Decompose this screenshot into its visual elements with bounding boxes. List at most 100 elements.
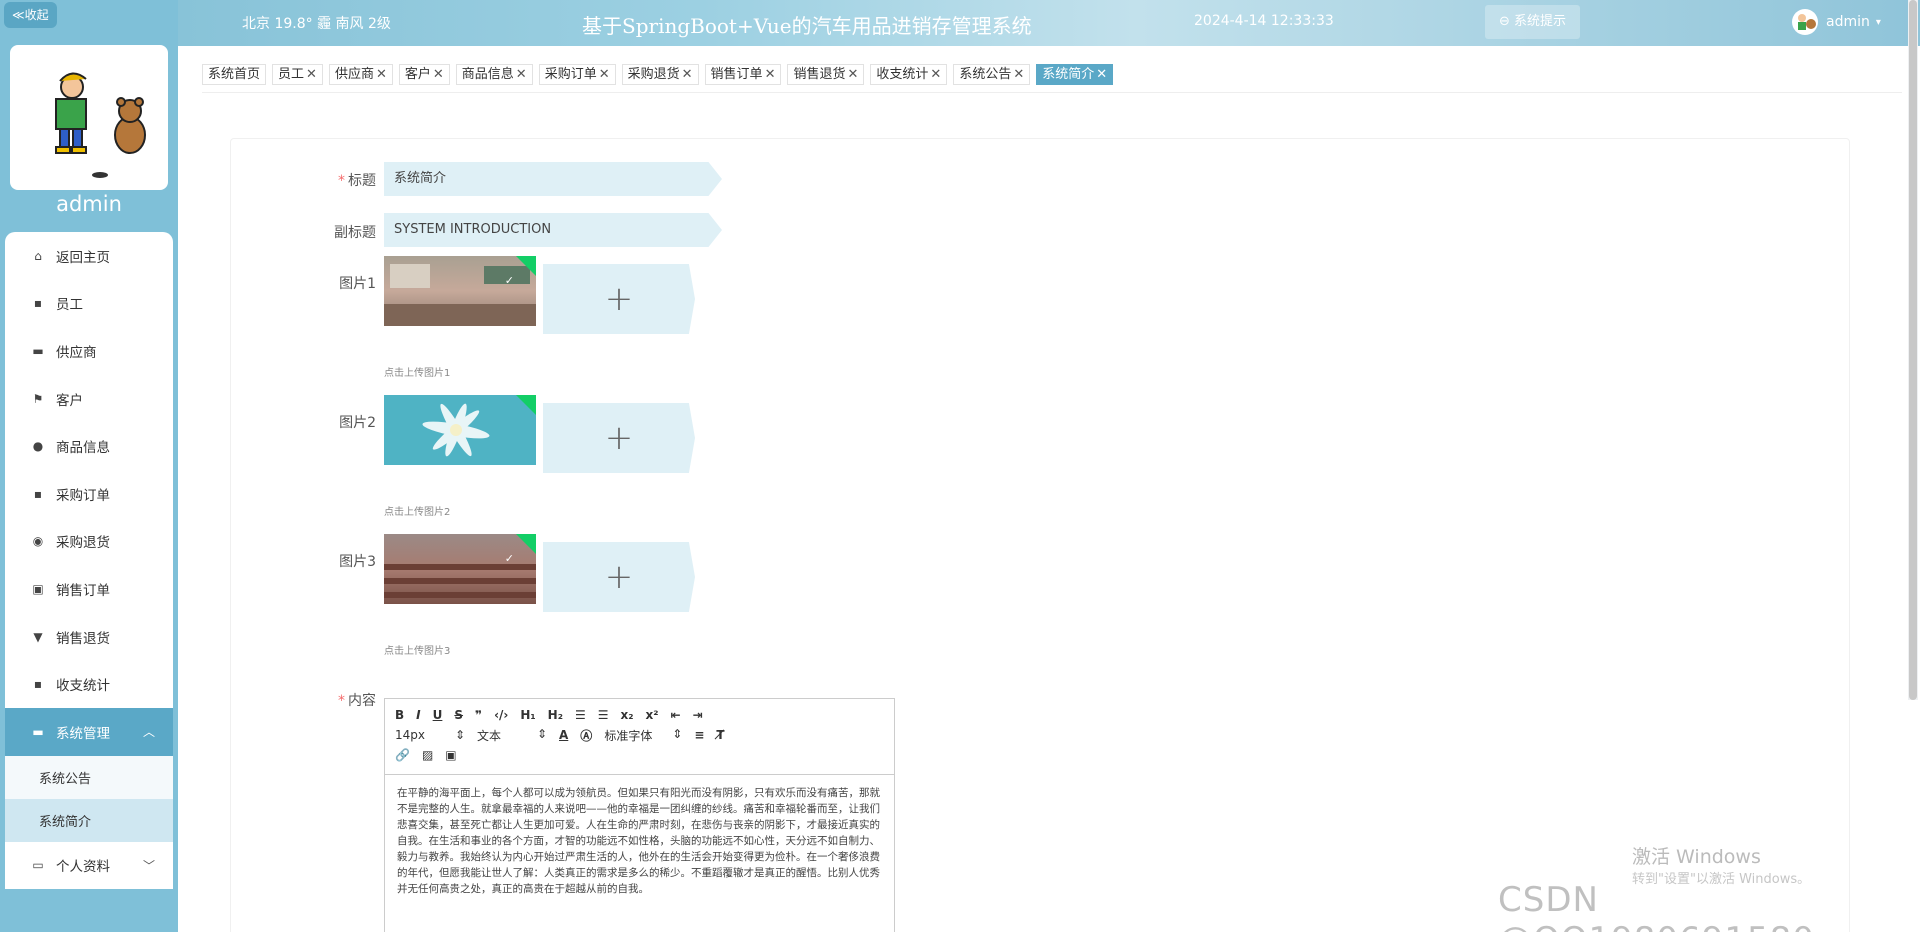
sidebar-item-label: 系统管理 bbox=[56, 725, 110, 742]
tag-label: 采购退货 bbox=[627, 67, 680, 82]
font-size-select[interactable]: 14px ⇕ bbox=[395, 728, 465, 742]
close-icon[interactable]: ✕ bbox=[1013, 67, 1024, 82]
pic1-thumbnail[interactable]: ✓ bbox=[384, 256, 536, 326]
content-label: * 内容 bbox=[338, 693, 376, 709]
strike-button[interactable]: S bbox=[454, 708, 463, 722]
sidebar-item-purchase-order[interactable]: ▪ 采购订单 bbox=[5, 470, 173, 518]
subscript-button[interactable]: x₂ bbox=[621, 708, 634, 722]
pic1-label: 图片1 bbox=[339, 276, 376, 292]
sidebar-item-customer[interactable]: ⚑ 客户 bbox=[5, 375, 173, 423]
pic1-upload-button[interactable]: + bbox=[543, 264, 695, 334]
datetime: 2024-4-14 12:33:33 bbox=[1194, 13, 1334, 29]
bullet-list-button[interactable]: ☰ bbox=[598, 708, 609, 722]
pic3-upload-button[interactable]: + bbox=[543, 542, 695, 612]
editor-content[interactable]: 在平静的海平面上，每个人都可以成为领航员。但如果只有阳光而没有阴影，只有欢乐而没… bbox=[385, 775, 894, 907]
italic-button[interactable]: I bbox=[416, 708, 420, 722]
tag-purchase-return[interactable]: 采购退货 ✕ bbox=[621, 64, 699, 85]
bold-button[interactable]: B bbox=[395, 708, 404, 722]
sidebar-item-profile[interactable]: ▭ 个人资料 ﹀ bbox=[5, 842, 173, 890]
tag-sales-order[interactable]: 销售订单 ✕ bbox=[704, 64, 782, 85]
superscript-button[interactable]: x² bbox=[646, 708, 659, 722]
tag-intro[interactable]: 系统简介 ✕ bbox=[1036, 64, 1114, 85]
indent-button[interactable]: ⇥ bbox=[693, 708, 703, 722]
sidebar-item-finance[interactable]: ▪ 收支统计 bbox=[5, 660, 173, 708]
close-icon[interactable]: ✕ bbox=[682, 67, 693, 82]
tag-home[interactable]: 系统首页 bbox=[202, 64, 267, 85]
background-color-button[interactable]: Ⓐ bbox=[580, 727, 592, 744]
tag-customer[interactable]: 客户 ✕ bbox=[398, 64, 450, 85]
tag-label: 系统公告 bbox=[959, 67, 1012, 82]
tag-employee[interactable]: 员工 ✕ bbox=[272, 64, 323, 85]
font-family-select[interactable]: 标准字体 ⇕ bbox=[604, 727, 682, 744]
sidebar-menu: ⌂ 返回主页 ▪ 员工 ▬ 供应商 ⚑ 客户 ● 商品信息 ▪ 采购订单 ◉ 采… bbox=[5, 232, 173, 890]
pic2-upload-button[interactable]: + bbox=[543, 403, 695, 473]
tag-label: 收支统计 bbox=[876, 67, 929, 82]
pic3-hint: 点击上传图片3 bbox=[384, 646, 451, 657]
close-icon[interactable]: ✕ bbox=[376, 67, 387, 82]
settings-icon: ▬ bbox=[32, 724, 44, 739]
flag-icon: ⚑ bbox=[32, 391, 44, 406]
plus-icon: + bbox=[604, 279, 634, 319]
chevron-down-icon: ﹀ bbox=[142, 858, 155, 873]
sidebar-subitem-intro[interactable]: 系统简介 bbox=[5, 798, 173, 842]
close-icon[interactable]: ✕ bbox=[306, 67, 317, 82]
pic3-thumbnail[interactable]: ✓ bbox=[384, 534, 536, 604]
title-input[interactable]: 系统简介 bbox=[384, 162, 722, 196]
grid-icon: ▪ bbox=[33, 296, 43, 311]
close-icon[interactable]: ✕ bbox=[847, 67, 858, 82]
card-icon: ▭ bbox=[32, 858, 44, 873]
close-icon[interactable]: ✕ bbox=[599, 67, 610, 82]
link-icon[interactable]: 🔗 bbox=[395, 748, 410, 762]
h1-button[interactable]: H₁ bbox=[520, 708, 535, 722]
close-icon[interactable]: ✕ bbox=[765, 67, 776, 82]
close-icon[interactable]: ✕ bbox=[433, 67, 444, 82]
text-color-button[interactable]: A bbox=[559, 728, 568, 742]
user-menu[interactable]: admin ▾ bbox=[1792, 9, 1881, 35]
video-icon[interactable]: ▣ bbox=[445, 748, 456, 762]
close-icon[interactable]: ✕ bbox=[930, 67, 941, 82]
sidebar-item-employee[interactable]: ▪ 员工 bbox=[5, 280, 173, 328]
sidebar-item-sales-order[interactable]: ▣ 销售订单 bbox=[5, 565, 173, 613]
tag-sales-return[interactable]: 销售退货 ✕ bbox=[787, 64, 865, 85]
sidebar-item-supplier[interactable]: ▬ 供应商 bbox=[5, 327, 173, 375]
sidebar-item-goods[interactable]: ● 商品信息 bbox=[5, 422, 173, 470]
format-select[interactable]: 文本 ⇕ bbox=[477, 727, 547, 744]
sidebar-item-purchase-return[interactable]: ◉ 采购退货 bbox=[5, 518, 173, 566]
chevron-down-icon: ▾ bbox=[1875, 16, 1881, 28]
rich-text-editor: B I U S ❞ ‹/› H₁ H₂ ☰ ☰ x₂ x² ⇤ ⇥ 14px ⇕ … bbox=[384, 698, 895, 932]
sidebar-item-sales-return[interactable]: ▼ 销售退货 bbox=[5, 613, 173, 661]
ordered-list-button[interactable]: ☰ bbox=[575, 708, 586, 722]
outdent-button[interactable]: ⇤ bbox=[671, 708, 681, 722]
align-button[interactable]: ≡ bbox=[694, 728, 704, 742]
close-icon[interactable]: ✕ bbox=[516, 67, 527, 82]
tag-supplier[interactable]: 供应商 ✕ bbox=[328, 64, 393, 85]
pic2-thumbnail[interactable] bbox=[384, 395, 536, 465]
header-bar: 北京 19.8° 霾 南风 2级 基于SpringBoot+Vue的汽车用品进销… bbox=[178, 0, 1920, 46]
sidebar-item-label: 采购订单 bbox=[56, 487, 110, 504]
clear-format-button[interactable]: T̸ bbox=[716, 728, 724, 742]
pic2-label: 图片2 bbox=[339, 415, 376, 431]
chat-icon: ⊖ bbox=[1498, 14, 1510, 29]
scrollbar-thumb[interactable] bbox=[1909, 0, 1917, 700]
sidebar-item-label: 采购退货 bbox=[56, 535, 110, 552]
sidebar-item-system[interactable]: ▬ 系统管理 ︿ bbox=[5, 707, 173, 756]
underline-button[interactable]: U bbox=[433, 708, 443, 722]
sidebar-item-home[interactable]: ⌂ 返回主页 bbox=[5, 232, 173, 280]
code-button[interactable]: ‹/› bbox=[494, 708, 508, 722]
h2-button[interactable]: H₂ bbox=[548, 708, 563, 722]
blockquote-button[interactable]: ❞ bbox=[475, 708, 482, 722]
subtitle-label: 副标题 bbox=[334, 225, 376, 241]
check-icon: ✓ bbox=[504, 274, 514, 287]
tag-purchase-order[interactable]: 采购订单 ✕ bbox=[538, 64, 616, 85]
pic1-hint: 点击上传图片1 bbox=[384, 368, 451, 379]
tag-notice[interactable]: 系统公告 ✕ bbox=[953, 64, 1031, 85]
collapse-sidebar-button[interactable]: ≪收起 bbox=[4, 2, 57, 28]
sidebar-item-label: 员工 bbox=[56, 297, 83, 314]
close-icon[interactable]: ✕ bbox=[1096, 67, 1107, 82]
subtitle-input[interactable]: SYSTEM INTRODUCTION bbox=[384, 213, 722, 247]
sidebar-subitem-notice[interactable]: 系统公告 bbox=[5, 755, 173, 799]
tag-finance[interactable]: 收支统计 ✕ bbox=[870, 64, 948, 85]
image-icon[interactable]: ▨ bbox=[422, 748, 433, 762]
tag-goods[interactable]: 商品信息 ✕ bbox=[455, 64, 533, 85]
system-notice-button[interactable]: ⊖ 系统提示 bbox=[1485, 5, 1580, 39]
